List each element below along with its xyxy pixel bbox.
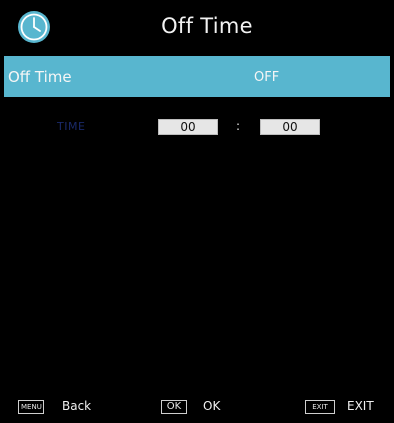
ok-hint-label: OK bbox=[203, 399, 221, 413]
menu-header: Off Time bbox=[0, 0, 394, 52]
menu-key-icon: MENU bbox=[18, 400, 44, 414]
ok-key-icon: OK bbox=[161, 400, 187, 414]
exit-key-icon: EXIT bbox=[305, 400, 335, 414]
back-hint-label: Back bbox=[62, 399, 92, 413]
time-label: TIME bbox=[57, 120, 86, 133]
off-time-osd: Off Time Off Time OFF TIME 00 : 00 MENU … bbox=[0, 0, 394, 423]
off-time-setting-label: Off Time bbox=[8, 68, 72, 86]
footer-key-hints: MENU Back OK OK EXIT EXIT bbox=[0, 396, 394, 418]
exit-hint-label: EXIT bbox=[347, 399, 374, 413]
minute-field[interactable]: 00 bbox=[260, 119, 320, 135]
time-setting-row: TIME 00 : 00 bbox=[0, 116, 394, 138]
page-title: Off Time bbox=[161, 14, 253, 38]
off-time-setting-value[interactable]: OFF bbox=[254, 70, 279, 85]
off-time-setting-row[interactable]: Off Time OFF bbox=[4, 56, 390, 97]
time-separator: : bbox=[236, 119, 241, 133]
hour-field[interactable]: 00 bbox=[158, 119, 218, 135]
